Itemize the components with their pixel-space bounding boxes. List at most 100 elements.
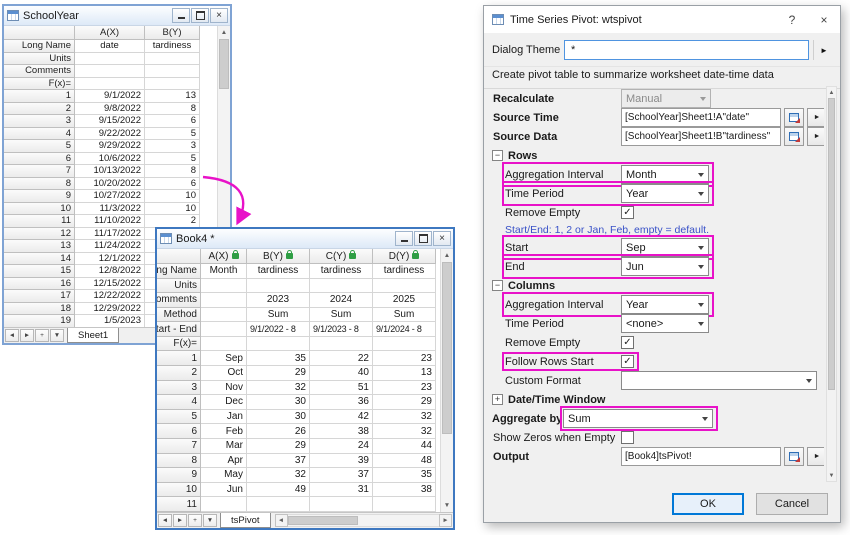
cell[interactable] [201,293,247,308]
output-input[interactable]: [Book4]tsPivot! [621,447,781,466]
row-label[interactable]: Comments [157,293,201,308]
month-cell[interactable]: May [201,468,247,483]
cell[interactable]: Month [201,264,247,279]
cell[interactable]: Sum [373,308,436,323]
dialog-scrollbar[interactable]: ▲ ▼ [826,86,837,482]
month-cell[interactable]: Oct [201,366,247,381]
row-label[interactable]: F(x)= [157,337,201,352]
row-number[interactable]: 7 [157,439,201,454]
value-cell[interactable]: 30 [247,410,310,425]
row-label[interactable]: Units [4,53,75,66]
row-label[interactable]: Long Name [157,264,201,279]
scroll-up-icon[interactable]: ▲ [218,26,230,39]
value-cell[interactable]: 32 [373,410,436,425]
cancel-button[interactable]: Cancel [756,493,828,515]
scroll-thumb[interactable] [442,262,452,434]
cell[interactable] [201,337,247,352]
month-cell[interactable] [201,497,247,512]
value-cell[interactable]: 32 [247,468,310,483]
cell[interactable] [145,53,200,66]
scroll-up-icon[interactable]: ▲ [441,249,453,262]
tab-scroll-left-button[interactable]: ◄ [158,514,172,527]
sheet-list-button[interactable]: ▼ [203,514,217,527]
cell[interactable] [247,279,310,294]
scroll-track[interactable] [827,98,836,470]
row-number[interactable]: 13 [4,240,75,253]
value-cell[interactable]: 13 [373,366,436,381]
cell[interactable]: 2025 [373,293,436,308]
value-cell[interactable]: 36 [310,395,373,410]
date-cell[interactable]: 12/15/2022 [75,278,145,291]
value-cell[interactable]: 48 [373,454,436,469]
cell[interactable]: tardiness [373,264,436,279]
row-number[interactable]: 2 [4,103,75,116]
row-number[interactable]: 10 [4,203,75,216]
theme-flyout-button[interactable]: ► [813,40,834,60]
row-number[interactable]: 17 [4,290,75,303]
column-header-d[interactable]: D(Y) [373,249,436,264]
flyout-button[interactable]: ► [807,127,824,146]
collapse-icon[interactable]: − [492,280,503,291]
minimize-button[interactable] [395,231,413,246]
dialog-theme-input[interactable]: * [564,40,809,60]
value-cell[interactable]: 10 [145,203,200,216]
column-header-a[interactable]: A(X) [201,249,247,264]
column-header-b[interactable]: B(Y) [145,26,200,40]
cell[interactable] [75,78,145,91]
scroll-track[interactable] [441,262,453,499]
row-label[interactable]: Long Name [4,40,75,53]
range-picker-button[interactable] [784,108,804,127]
show-zeros-checkbox[interactable]: ✓ [621,431,634,444]
row-number[interactable]: 1 [157,351,201,366]
scroll-down-icon[interactable]: ▼ [441,499,453,512]
corner-cell[interactable] [157,249,201,264]
vertical-scrollbar[interactable]: ▲ ▼ [440,249,453,512]
scroll-thumb[interactable] [219,39,229,89]
columns-aggregation-interval-select[interactable]: Year [621,295,709,314]
date-cell[interactable]: 10/13/2022 [75,165,145,178]
value-cell[interactable]: 8 [145,103,200,116]
source-data-input[interactable]: [SchoolYear]Sheet1!B"tardiness" [621,127,781,146]
scroll-track[interactable] [288,514,439,527]
sheet-tab[interactable]: tsPivot [220,513,271,528]
cell[interactable]: date [75,40,145,53]
dialog-titlebar[interactable]: Time Series Pivot: wtspivot ? × [484,6,840,33]
minimize-button[interactable] [172,8,190,23]
date-cell[interactable]: 12/1/2022 [75,253,145,266]
columns-time-period-select[interactable]: <none> [621,314,709,333]
row-number[interactable]: 8 [4,178,75,191]
row-number[interactable]: 18 [4,303,75,316]
value-cell[interactable]: 35 [247,351,310,366]
value-cell[interactable]: 5 [145,128,200,141]
value-cell[interactable]: 29 [247,439,310,454]
date-cell[interactable]: 11/3/2022 [75,203,145,216]
row-number[interactable]: 9 [157,468,201,483]
aggregate-by-select[interactable]: Sum [563,409,713,428]
value-cell[interactable]: 8 [145,165,200,178]
cell[interactable]: Sum [310,308,373,323]
value-cell[interactable]: 37 [247,454,310,469]
value-cell[interactable]: 29 [247,366,310,381]
custom-format-select[interactable] [621,371,817,390]
row-number[interactable]: 4 [4,128,75,141]
tab-scroll-right-button[interactable]: ► [173,514,187,527]
date-cell[interactable]: 9/8/2022 [75,103,145,116]
columns-remove-empty-checkbox[interactable]: ✓ [621,336,634,349]
value-cell[interactable]: 42 [310,410,373,425]
cell[interactable]: tardiness [310,264,373,279]
row-number[interactable]: 9 [4,190,75,203]
cell[interactable] [145,65,200,78]
value-cell[interactable]: 37 [310,468,373,483]
value-cell[interactable]: 32 [373,424,436,439]
row-number[interactable]: 12 [4,228,75,241]
month-cell[interactable]: Sep [201,351,247,366]
flyout-button[interactable]: ► [807,447,824,466]
value-cell[interactable] [373,497,436,512]
date-cell[interactable]: 9/22/2022 [75,128,145,141]
scroll-left-icon[interactable]: ◄ [275,514,288,527]
cell[interactable] [75,53,145,66]
flyout-button[interactable]: ► [807,108,824,127]
value-cell[interactable]: 24 [310,439,373,454]
row-number[interactable]: 8 [157,454,201,469]
month-cell[interactable]: Nov [201,381,247,396]
